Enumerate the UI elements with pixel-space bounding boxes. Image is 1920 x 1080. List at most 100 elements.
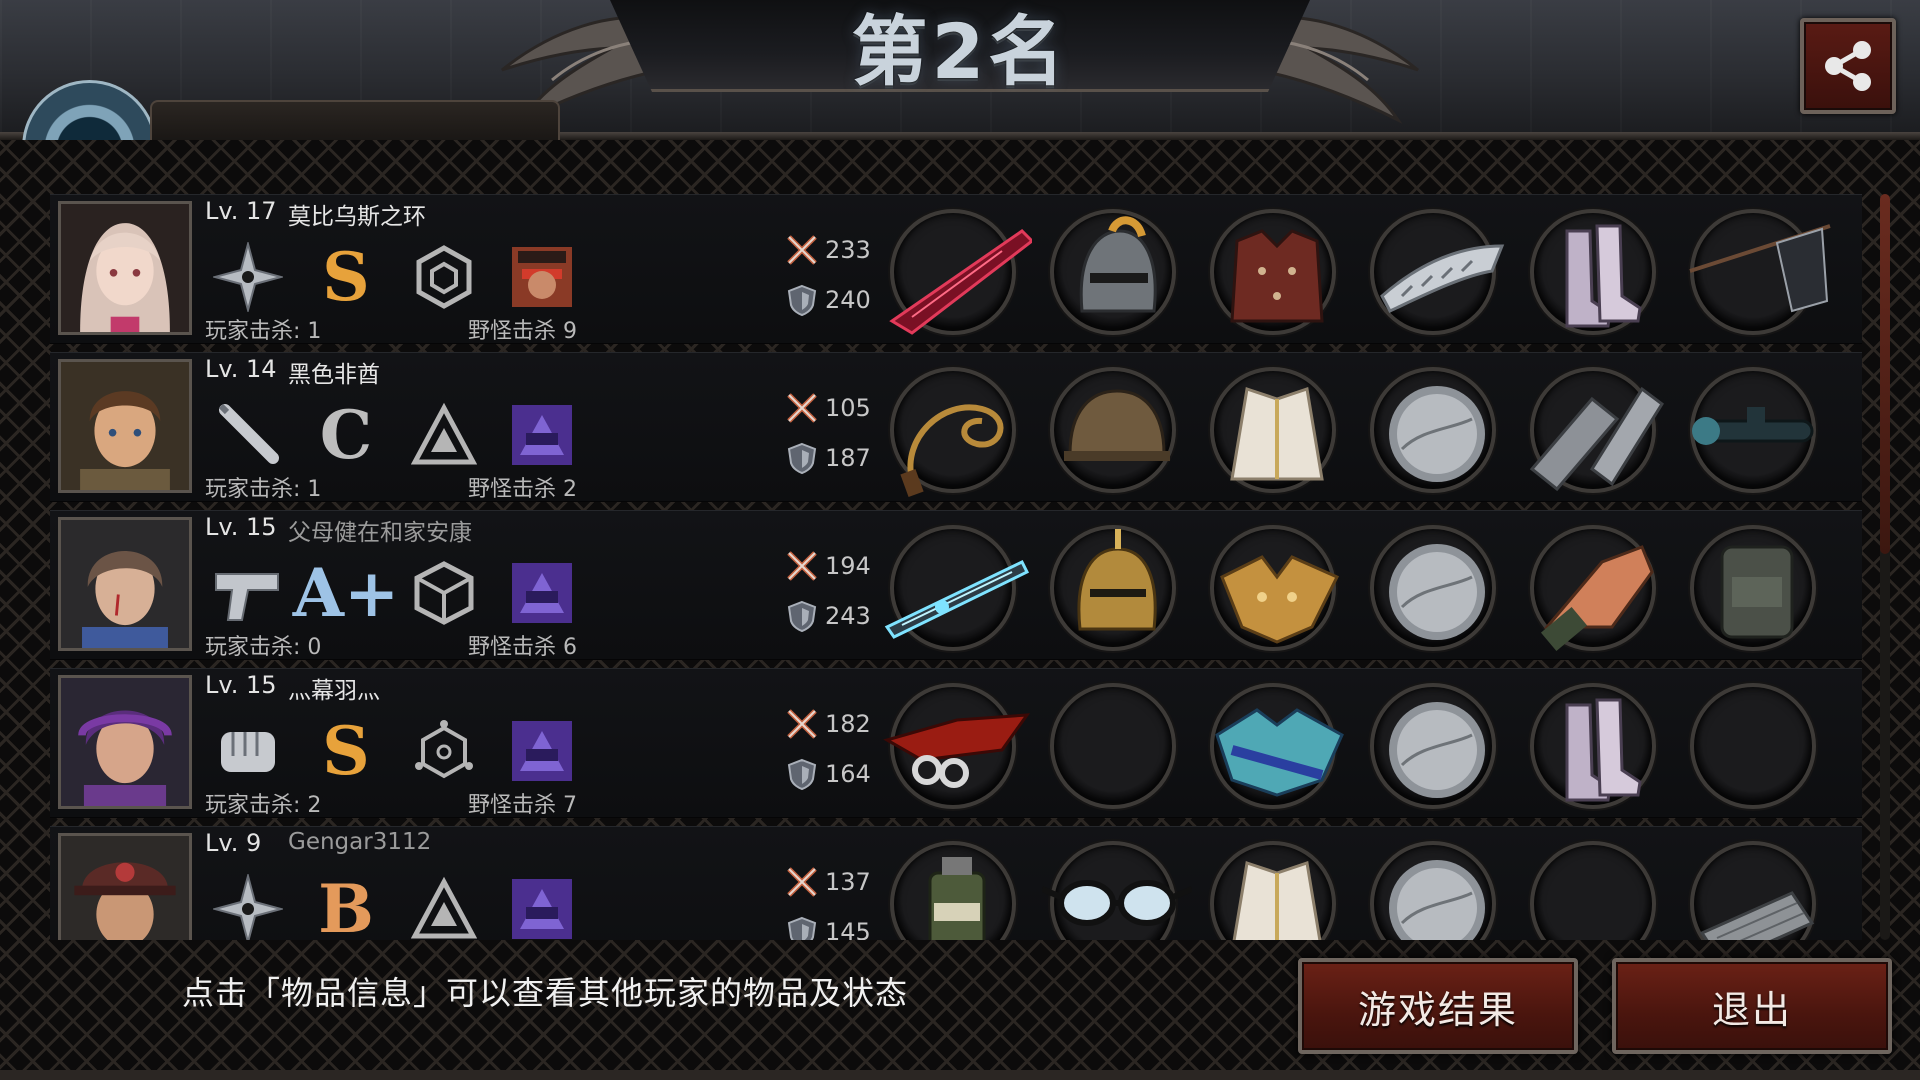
attack-stat: 105 (785, 391, 871, 425)
companion-portrait-icon[interactable] (502, 711, 582, 791)
player-row[interactable]: Lv. 15 父母健在和家安康 A+ 玩家击杀: 0 野怪击杀 6 194 24… (50, 510, 1862, 660)
silver-bracer-icon (1380, 244, 1505, 313)
equipment-slot-weapon[interactable] (890, 367, 1016, 498)
atom-emblem-icon (404, 711, 484, 791)
knight-helmet-icon (1079, 216, 1157, 313)
equipment-slot-armor[interactable] (1210, 525, 1340, 651)
equipment-slot-accessory[interactable] (1370, 525, 1496, 651)
empty-slot-icon (1042, 675, 1192, 825)
player-portrait[interactable] (58, 517, 192, 651)
grade-badge: A+ (292, 554, 400, 632)
crossed-swords-icon (787, 393, 817, 423)
game-result-button[interactable]: 游戏结果 (1298, 958, 1578, 1054)
equipment-slot-weapon[interactable] (890, 841, 1016, 940)
empty-slot-icon (1682, 675, 1832, 825)
player-name: 灬幕羽灬 (288, 678, 380, 704)
equipment-slot-weapon[interactable] (883, 683, 1031, 809)
attack-stat: 194 (785, 549, 871, 583)
shuriken-icon (208, 237, 288, 317)
equipment-slot-helmet[interactable] (1050, 367, 1176, 493)
exit-button[interactable]: 退出 (1612, 958, 1892, 1054)
equipment-slot-armor[interactable] (1210, 683, 1344, 809)
crossed-swords-icon (787, 551, 817, 581)
equipment-slot-helmet[interactable] (1050, 683, 1176, 809)
fist-icon (208, 711, 288, 791)
equipment-slot-boots[interactable] (1529, 367, 1665, 493)
equipment-slot-accessory[interactable] (1370, 209, 1505, 335)
cube-emblem-icon (404, 553, 484, 633)
equipment-slot-boots[interactable] (1530, 525, 1656, 652)
player-portrait[interactable] (58, 833, 192, 940)
equipment-slot-accessory[interactable] (1370, 841, 1496, 940)
golden-armor-icon (1220, 555, 1340, 644)
player-kills: 玩家击杀: 2 (205, 793, 322, 818)
triangle-emblem-icon (404, 395, 484, 475)
player-level: Lv. 14 (205, 355, 277, 383)
equipment-slot-helmet[interactable] (1050, 525, 1176, 651)
equipment-slot-accessory[interactable] (1370, 367, 1496, 493)
defense-value: 187 (825, 444, 871, 472)
whip-icon (900, 404, 1004, 498)
white-robe-icon (1232, 861, 1322, 940)
equipment-slot-armor[interactable] (1210, 367, 1336, 493)
equipment-slot-extra[interactable] (1690, 367, 1816, 493)
share-button[interactable] (1800, 18, 1896, 114)
player-level: Lv. 15 (205, 671, 277, 699)
empty-slot-icon (1522, 833, 1672, 940)
player-row[interactable]: Lv. 17 莫比乌斯之环 S 玩家击杀: 1 野怪击杀 9 233 240 (50, 194, 1862, 344)
player-name: 黑色非酋 (288, 362, 380, 388)
player-list[interactable]: Lv. 17 莫比乌斯之环 S 玩家击杀: 1 野怪击杀 9 233 240 L… (50, 194, 1862, 940)
equipment-slot-helmet[interactable] (1050, 209, 1176, 335)
companion-portrait-icon[interactable] (502, 395, 582, 475)
companion-portrait-icon[interactable] (502, 869, 582, 940)
player-portrait[interactable] (58, 675, 192, 809)
defense-value: 240 (825, 286, 871, 314)
metal-plate-icon (1699, 891, 1815, 940)
equipment-slot-weapon[interactable] (889, 209, 1032, 335)
grade-badge: B (318, 870, 374, 940)
equipment-slot-boots[interactable] (1530, 841, 1656, 940)
list-scrollbar[interactable] (1880, 194, 1890, 940)
glasses-icon (1042, 880, 1192, 926)
monster-kills: 野怪击杀 9 (468, 319, 577, 344)
player-level: Lv. 17 (205, 197, 277, 225)
grade-badge: S (322, 238, 370, 316)
player-level: Lv. 9 (205, 829, 262, 857)
monster-kills: 野怪击杀 2 (468, 477, 577, 502)
badge-name-tab (150, 100, 560, 140)
crossed-swords-icon (787, 867, 817, 897)
equipment-slot-accessory[interactable] (1370, 683, 1496, 809)
equipment-slot-extra[interactable] (1690, 683, 1816, 809)
blue-robe-icon (1215, 708, 1344, 797)
companion-portrait-icon[interactable] (502, 553, 582, 633)
player-portrait[interactable] (58, 201, 192, 335)
companion-portrait-icon[interactable] (502, 237, 582, 317)
scrollbar-thumb[interactable] (1880, 194, 1890, 554)
equipment-slot-helmet[interactable] (1042, 841, 1192, 940)
bottom-edge (0, 1070, 1920, 1080)
grade-badge: S (322, 712, 370, 790)
defense-value: 164 (825, 760, 871, 788)
equipment-slot-weapon[interactable] (884, 525, 1030, 651)
equipment-slot-armor[interactable] (1210, 209, 1336, 335)
leather-boots-icon (1565, 698, 1642, 802)
equipment-slot-armor[interactable] (1210, 841, 1336, 940)
equipment-slot-boots[interactable] (1530, 209, 1656, 335)
player-row[interactable]: Lv. 9 Gengar3112 B 137 145 (50, 826, 1862, 940)
monster-kills: 野怪击杀 6 (468, 635, 577, 660)
equipment-slot-extra[interactable] (1690, 525, 1816, 651)
item-info-hint: 点击「物品信息」可以查看其他玩家的物品及状态 (182, 974, 909, 1012)
player-portrait[interactable] (58, 359, 192, 493)
player-name: Gengar3112 (288, 829, 432, 855)
equipment-slot-extra[interactable] (1689, 209, 1831, 335)
chain-sleeve-icon (1529, 386, 1665, 492)
player-row[interactable]: Lv. 14 黑色非酋 C 玩家击杀: 1 野怪击杀 2 105 187 (50, 352, 1862, 502)
equipment-slot-extra[interactable] (1690, 841, 1816, 940)
shield-icon (787, 600, 817, 633)
player-row[interactable]: Lv. 15 灬幕羽灬 S 玩家击杀: 2 野怪击杀 7 182 164 (50, 668, 1862, 818)
baseball-bat-icon (208, 395, 288, 475)
defense-stat: 145 (785, 915, 871, 940)
attack-value: 105 (825, 394, 871, 422)
black-flag-icon (1689, 224, 1831, 313)
equipment-slot-boots[interactable] (1530, 683, 1656, 809)
